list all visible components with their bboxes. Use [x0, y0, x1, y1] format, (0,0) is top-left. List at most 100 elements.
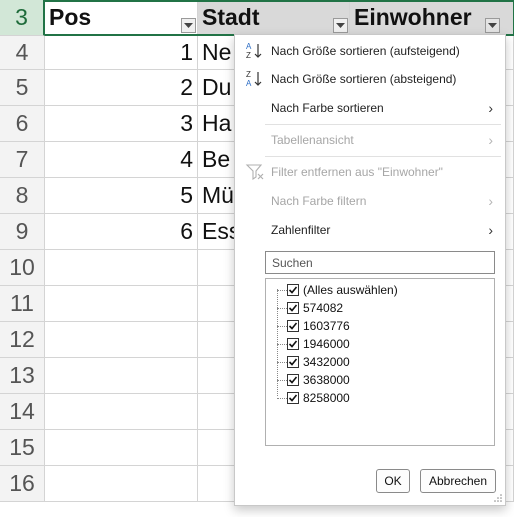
row-header[interactable]: 11	[0, 286, 45, 322]
chevron-right-icon: ›	[488, 193, 493, 209]
dropdown-arrow-icon	[488, 22, 497, 28]
remove-filter-label: Filter entfernen aus "Einwohner"	[271, 165, 443, 179]
sort-descending-item[interactable]: Z A Nach Größe sortieren (absteigend)	[235, 65, 505, 93]
checkbox[interactable]	[287, 374, 299, 386]
filter-value-label: 3432000	[303, 355, 350, 369]
cell-pos[interactable]: 3	[45, 106, 198, 142]
filter-dropdown-stadt[interactable]	[333, 18, 348, 33]
row-header[interactable]: 7	[0, 142, 45, 178]
menu-separator	[265, 156, 501, 157]
checkmark-icon	[288, 286, 298, 294]
filter-clear-icon	[245, 164, 264, 181]
autofilter-dropdown-panel[interactable]: A Z Nach Größe sortieren (aufsteigend) Z…	[234, 34, 506, 506]
checkbox[interactable]	[287, 284, 299, 296]
filter-value-label: 1946000	[303, 337, 350, 351]
checkbox[interactable]	[287, 338, 299, 350]
cell-pos[interactable]	[45, 430, 198, 466]
svg-text:Z: Z	[246, 51, 251, 60]
cancel-button[interactable]: Abbrechen	[420, 469, 496, 493]
filter-value-label: 3638000	[303, 373, 350, 387]
filter-value-label: 8258000	[303, 391, 350, 405]
filter-value-item[interactable]: 1603776	[266, 317, 494, 335]
filter-value-item[interactable]: 1946000	[266, 335, 494, 353]
filter-value-label: 1603776	[303, 319, 350, 333]
filter-dropdown-einwohner[interactable]	[485, 18, 500, 33]
filter-value-item[interactable]: 8258000	[266, 389, 494, 407]
row-header[interactable]: 9	[0, 214, 45, 250]
cell-pos[interactable]	[45, 286, 198, 322]
filter-by-color-item[interactable]: Nach Farbe filtern ›	[235, 187, 505, 215]
cell-pos[interactable]: 5	[45, 178, 198, 214]
sort-by-color-label: Nach Farbe sortieren	[271, 101, 384, 115]
checkmark-icon	[288, 340, 298, 348]
filter-values-list[interactable]: (Alles auswählen) 574082 1603776 1946000 343…	[265, 278, 495, 446]
filter-value-item[interactable]: 3638000	[266, 371, 494, 389]
tree-connector	[277, 398, 287, 399]
chevron-right-icon: ›	[488, 222, 493, 238]
row-header[interactable]: 14	[0, 394, 45, 430]
row-header[interactable]: 8	[0, 178, 45, 214]
tree-connector	[277, 344, 287, 345]
row-header[interactable]: 12	[0, 322, 45, 358]
checkbox[interactable]	[287, 320, 299, 332]
header-label-pos: Pos	[49, 4, 92, 30]
select-all-item[interactable]: (Alles auswählen)	[266, 281, 494, 299]
filter-by-color-label: Nach Farbe filtern	[271, 194, 367, 208]
row-header[interactable]: 5	[0, 70, 45, 106]
dropdown-arrow-icon	[184, 22, 193, 28]
cell-pos[interactable]	[45, 250, 198, 286]
sort-ascending-icon: A Z	[246, 42, 262, 60]
cell-pos[interactable]	[45, 466, 198, 502]
cell-pos[interactable]: 4	[45, 142, 198, 178]
cell-pos[interactable]	[45, 394, 198, 430]
checkmark-icon	[288, 376, 298, 384]
ok-button[interactable]: OK	[376, 469, 410, 493]
tree-connector	[277, 290, 287, 291]
row-header-3[interactable]: 3	[0, 0, 45, 36]
remove-filter-item[interactable]: Filter entfernen aus "Einwohner"	[235, 158, 505, 186]
tree-connector	[277, 362, 287, 363]
sort-ascending-item[interactable]: A Z Nach Größe sortieren (aufsteigend)	[235, 37, 505, 65]
row-header[interactable]: 6	[0, 106, 45, 142]
row-header[interactable]: 10	[0, 250, 45, 286]
checkbox[interactable]	[287, 356, 299, 368]
cell-pos[interactable]	[45, 322, 198, 358]
search-input[interactable]	[265, 251, 495, 274]
resize-grip-icon[interactable]	[494, 494, 502, 502]
menu-separator	[265, 124, 501, 125]
svg-text:A: A	[246, 79, 252, 88]
table-view-label: Tabellenansicht	[271, 133, 354, 147]
filter-dropdown-pos[interactable]	[181, 18, 196, 33]
header-label-einwohner: Einwohner	[354, 4, 472, 30]
table-view-item[interactable]: Tabellenansicht ›	[235, 126, 505, 154]
sort-descending-icon: Z A	[246, 70, 262, 88]
cell-pos[interactable]: 2	[45, 70, 198, 106]
header-label-stadt: Stadt	[202, 4, 260, 30]
row-header[interactable]: 4	[0, 36, 45, 70]
cell-pos[interactable]: 6	[45, 214, 198, 250]
filter-value-item[interactable]: 3432000	[266, 353, 494, 371]
header-cell-pos[interactable]: Pos	[45, 0, 198, 36]
tree-connector	[277, 380, 287, 381]
sort-by-color-item[interactable]: Nach Farbe sortieren ›	[235, 94, 505, 122]
sort-descending-label: Nach Größe sortieren (absteigend)	[271, 72, 457, 86]
svg-text:Z: Z	[246, 70, 251, 79]
cell-pos[interactable]	[45, 358, 198, 394]
number-filter-label: Zahlenfilter	[271, 223, 331, 237]
svg-text:A: A	[246, 42, 252, 51]
filter-value-label: 574082	[303, 301, 344, 315]
row-header[interactable]: 15	[0, 430, 45, 466]
filter-value-item[interactable]: 574082	[266, 299, 494, 317]
checkbox[interactable]	[287, 302, 299, 314]
tree-connector	[277, 308, 287, 309]
number-filter-item[interactable]: Zahlenfilter ›	[235, 216, 505, 244]
row-header[interactable]: 13	[0, 358, 45, 394]
row-header[interactable]: 16	[0, 466, 45, 502]
filter-value-label: (Alles auswählen)	[303, 283, 398, 297]
checkmark-icon	[288, 358, 298, 366]
checkbox[interactable]	[287, 392, 299, 404]
header-cell-stadt[interactable]: Stadt	[198, 0, 350, 36]
checkmark-icon	[288, 394, 298, 402]
cell-pos[interactable]: 1	[45, 36, 198, 70]
chevron-right-icon: ›	[488, 100, 493, 116]
